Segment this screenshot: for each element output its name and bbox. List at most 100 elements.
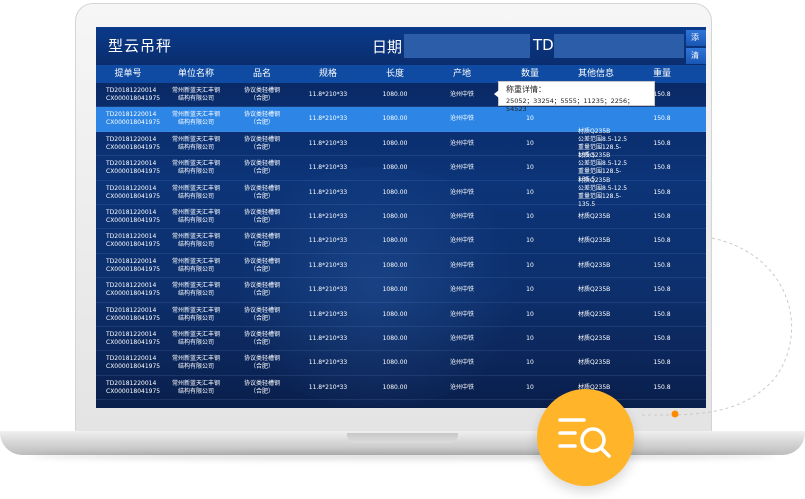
- cell-company-line: 结构有限公司: [177, 241, 214, 249]
- cell-company: 常州新蓝天汇丰钢 结构有限公司: [160, 278, 232, 302]
- cell-bill-no: TD20181220014 CX000018041975: [106, 156, 160, 180]
- cell-length: 1080.00: [382, 334, 408, 342]
- cell-bill-no: TD20181220014 CX000018041975: [106, 229, 160, 253]
- cell-quantity: 10: [526, 286, 534, 294]
- cell-product-line: 协议类轻槽钢: [243, 257, 280, 265]
- td-input[interactable]: [554, 34, 684, 58]
- cell-bill-no-line: TD20181220014: [106, 208, 157, 216]
- cell-bill-no-line: CX000018041975: [106, 241, 161, 249]
- column-header-company: 单位名称: [177, 69, 214, 79]
- cell-weight: 150.8: [653, 383, 671, 391]
- cell-bill-no-line: CX000018041975: [106, 119, 161, 127]
- cell-product-line: （合肥）: [249, 95, 274, 102]
- cell-bill-no-line: TD20181220014: [106, 87, 157, 94]
- cell-company-line: 常州新蓝天汇丰钢: [171, 184, 220, 192]
- cell-company: 常州新蓝天汇丰钢 结构有限公司: [160, 181, 232, 205]
- cell-origin: 沧州中铁: [449, 286, 474, 294]
- cell-company: 常州新蓝天汇丰钢 结构有限公司: [160, 327, 232, 351]
- tooltip-values: 25052；33254；5555；11235；2256；54523: [506, 97, 634, 113]
- add-button[interactable]: 添: [686, 30, 706, 46]
- table-row[interactable]: TD20181220014 CX000018041975 常州新蓝天汇丰钢 结构有限公…: [96, 229, 706, 254]
- cell-company-line: 常州新蓝天汇丰钢: [171, 282, 220, 290]
- table-row[interactable]: TD20181220014 CX000018041975 常州新蓝天汇丰钢 结构有限公…: [96, 351, 706, 376]
- cell-bill-no-line: TD20181220014: [106, 379, 157, 387]
- table-row[interactable]: TD20181220014 CX000018041975 常州新蓝天汇丰钢 结构有限公…: [96, 254, 706, 279]
- cell-product: 协议类轻槽钢 （合肥）: [232, 327, 292, 351]
- cell-product-line: 协议类轻槽钢: [243, 379, 280, 387]
- cell-other-info: 材质Q235B: [578, 254, 630, 278]
- cell-other-info-line: 材质Q235B: [578, 212, 611, 220]
- cell-bill-no-line: CX000018041975: [106, 192, 161, 200]
- cell-origin: 沧州中铁: [449, 188, 474, 196]
- cell-other-info: 材质Q235B: [578, 229, 630, 253]
- cell-spec: 11.8*210*33: [308, 261, 348, 269]
- table-row[interactable]: TD20181220014 CX000018041975 常州新蓝天汇丰钢 结构有限公…: [96, 327, 706, 352]
- cell-bill-no: TD20181220014 CX000018041975: [106, 376, 160, 400]
- cell-company-line: 结构有限公司: [177, 143, 214, 151]
- cell-bill-no-line: TD20181220014: [106, 257, 157, 265]
- cell-weight: 150.8: [653, 212, 671, 220]
- cell-company-line: 结构有限公司: [177, 119, 214, 127]
- search-badge[interactable]: [537, 389, 634, 486]
- cell-spec: 11.8*210*33: [308, 286, 348, 294]
- table-row[interactable]: TD20181220014 CX000018041975 常州新蓝天汇丰钢 结构有限公…: [96, 278, 706, 303]
- cell-product-line: （合肥）: [249, 241, 274, 249]
- cell-bill-no-line: CX000018041975: [106, 265, 161, 273]
- cell-length: 1080.00: [382, 237, 408, 245]
- cell-spec: 11.8*210*33: [308, 359, 348, 367]
- date-label: 日期: [372, 38, 403, 56]
- cell-product: 协议类轻槽钢 （合肥）: [232, 351, 292, 375]
- cell-company-line: 结构有限公司: [177, 265, 214, 273]
- cell-product: 协议类轻槽钢 （合肥）: [232, 83, 292, 107]
- date-input[interactable]: [404, 34, 530, 58]
- search-list-icon: [558, 418, 611, 458]
- cell-length: 1080.00: [382, 383, 408, 391]
- cell-weight: 150.8: [653, 310, 671, 318]
- cell-weight: 150.8: [653, 139, 671, 147]
- laptop-shadow: [30, 452, 775, 460]
- cell-spec: 11.8*210*33: [308, 383, 348, 391]
- cell-length: 1080.00: [382, 188, 408, 196]
- cell-weight: 150.8: [653, 188, 671, 196]
- cell-product: 协议类轻槽钢 （合肥）: [232, 181, 292, 205]
- table-row[interactable]: TD20181220014 CX000018041975 常州新蓝天汇丰钢 结构有限公…: [96, 205, 706, 230]
- clear-button[interactable]: 清: [686, 48, 706, 64]
- cell-other-info: 材质Q235B 公差范围8.5-12.5 重量范围128.5-135.5: [578, 177, 630, 208]
- cell-spec: 11.8*210*33: [308, 164, 348, 172]
- cell-spec: 11.8*210*33: [308, 334, 348, 342]
- cell-company-line: 常州新蓝天汇丰钢: [171, 379, 220, 387]
- cell-company-line: 常州新蓝天汇丰钢: [171, 135, 220, 143]
- cell-bill-no: TD20181220014 CX000018041975: [106, 181, 160, 205]
- cell-weight: 150.8: [653, 164, 671, 172]
- table-row[interactable]: TD20181220014 CX000018041975 常州新蓝天汇丰钢 结构有限公…: [96, 303, 706, 327]
- cell-length: 1080.00: [382, 139, 408, 147]
- cell-bill-no-line: CX000018041975: [106, 143, 161, 151]
- cell-quantity: 10: [526, 139, 534, 147]
- column-header-product: 品名: [252, 69, 271, 79]
- cell-company-line: 结构有限公司: [177, 216, 214, 224]
- cell-origin: 沧州中铁: [449, 164, 474, 172]
- cell-other-info-line: 公差范围8.5-12.5: [578, 135, 628, 143]
- cell-length: 1080.00: [382, 115, 408, 123]
- cell-quantity: 10: [526, 359, 534, 367]
- cell-bill-no: TD20181220014 CX000018041975: [106, 205, 160, 229]
- cell-bill-no-line: TD20181220014: [106, 111, 157, 119]
- cell-other-info-line: 材质Q235B: [578, 127, 611, 135]
- cell-bill-no: TD20181220014 CX000018041975: [106, 303, 160, 327]
- cell-spec: 11.8*210*33: [308, 91, 348, 98]
- cell-spec: 11.8*210*33: [308, 237, 348, 245]
- table-row[interactable]: TD20181220014 CX000018041975 常州新蓝天汇丰钢 结构有限公…: [96, 177, 706, 208]
- cell-weight: 150.8: [653, 359, 671, 367]
- cell-quantity: 10: [526, 310, 534, 318]
- column-header-spec: 规格: [318, 69, 337, 79]
- cell-bill-no: TD20181220014 CX000018041975: [106, 278, 160, 302]
- cell-length: 1080.00: [382, 310, 408, 318]
- cell-bill-no: TD20181220014 CX000018041975: [106, 351, 160, 375]
- cell-product-line: （合肥）: [249, 265, 274, 273]
- cell-company: 常州新蓝天汇丰钢 结构有限公司: [160, 254, 232, 278]
- cell-product: 协议类轻槽钢 （合肥）: [232, 254, 292, 278]
- cell-origin: 沧州中铁: [449, 237, 474, 245]
- cell-other-info-line: 材质Q235B: [578, 359, 611, 367]
- cell-origin: 沧州中铁: [449, 359, 474, 367]
- tooltip-title: 称重详情：: [506, 85, 546, 94]
